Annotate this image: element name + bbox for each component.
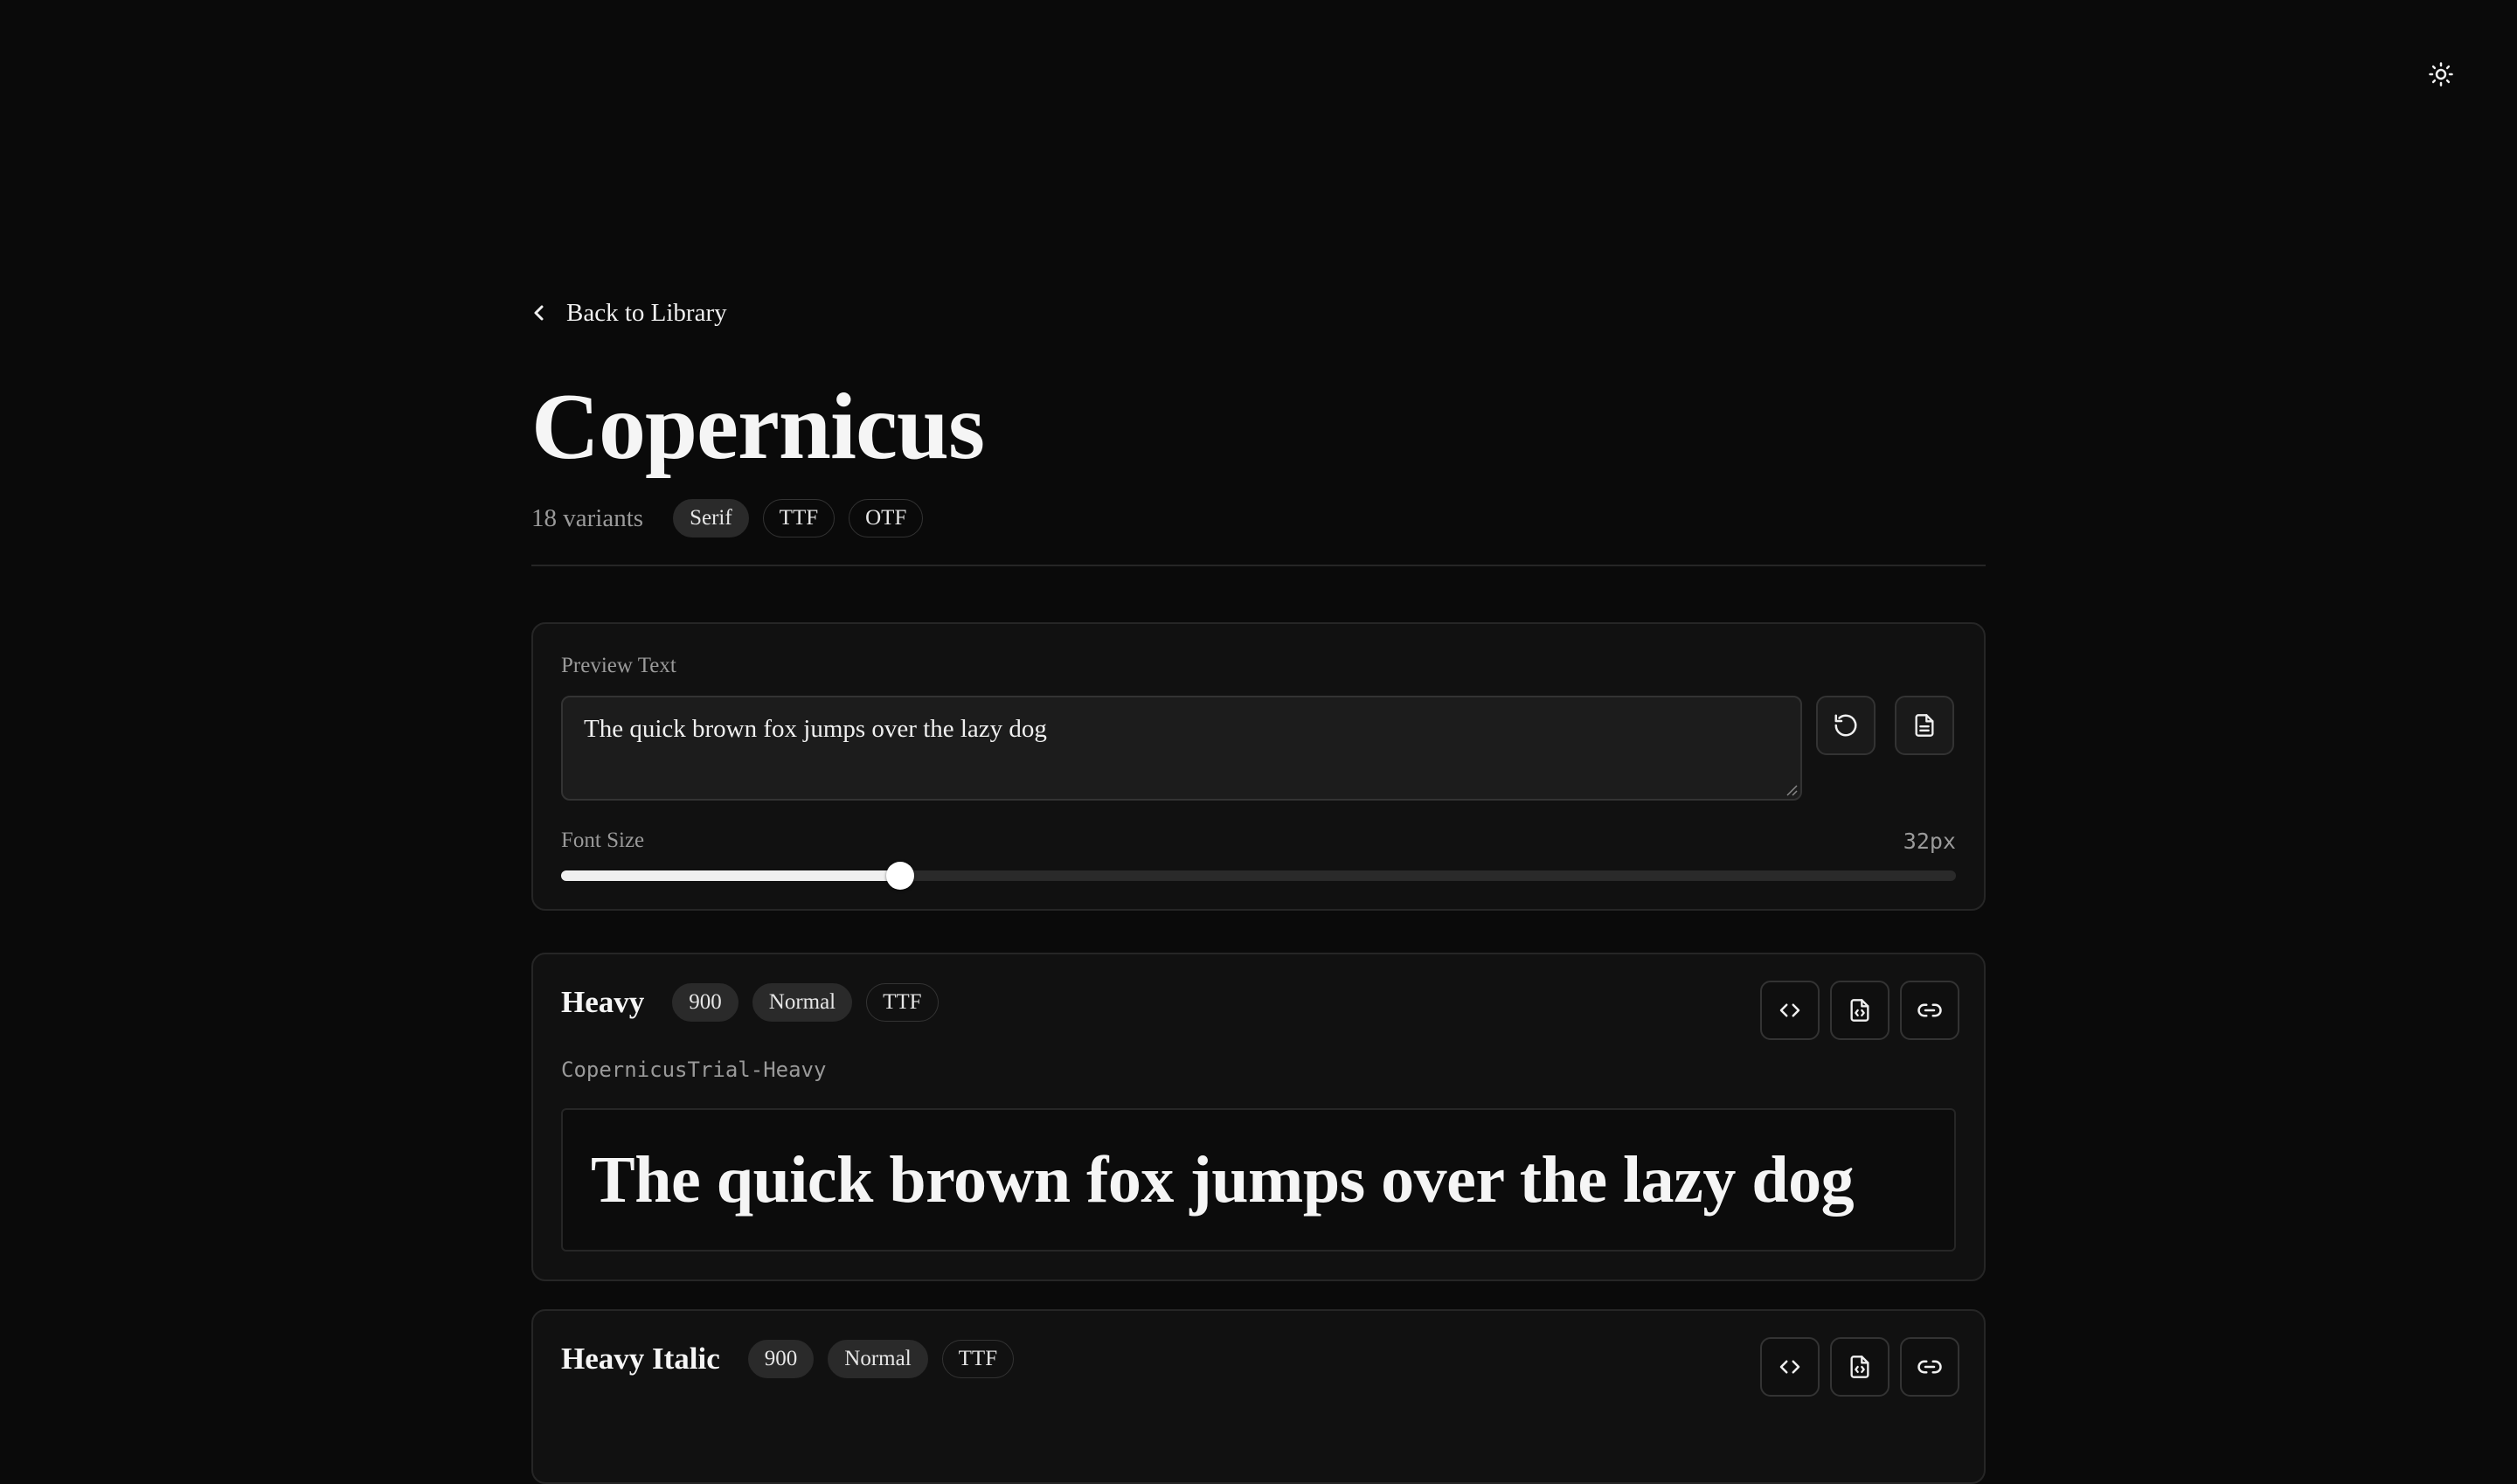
font-sample-preview: The quick brown fox jumps over the lazy … (561, 1108, 1956, 1252)
variant-card: Heavy Italic 900 Normal TTF (531, 1309, 1986, 1484)
preview-text-value: The quick brown fox jumps over the lazy … (584, 715, 1047, 743)
variant-name: Heavy Italic (561, 1342, 720, 1376)
file-code-icon (1850, 999, 1869, 1022)
variant-header: Heavy 900 Normal TTF (561, 982, 939, 1023)
font-size-value: 32px (1903, 829, 1956, 854)
copy-link-button[interactable] (1900, 1337, 1959, 1397)
back-to-library-link[interactable]: Back to Library (531, 294, 727, 332)
weight-tag: 900 (672, 983, 738, 1022)
preview-text-input[interactable]: The quick brown fox jumps over the lazy … (561, 696, 1802, 801)
sun-icon (2429, 62, 2453, 87)
reset-preview-button[interactable] (1816, 696, 1876, 755)
back-link-label: Back to Library (566, 298, 727, 327)
font-meta-row: 18 variants Serif TTF OTF (531, 498, 924, 538)
variant-card: Heavy 900 Normal TTF CopernicusTrial-Hea… (531, 953, 1986, 1281)
document-icon (1915, 714, 1934, 737)
format-tag: TTF (941, 1340, 1015, 1378)
variant-count: 18 variants (531, 503, 644, 532)
style-tag: Normal (752, 983, 853, 1022)
font-size-slider[interactable] (561, 870, 1956, 881)
copy-css-button[interactable] (1760, 981, 1820, 1040)
link-icon (1917, 1003, 1942, 1017)
preview-controls-card: Preview Text The quick brown fox jumps o… (531, 622, 1986, 911)
font-size-label: Font Size (561, 829, 645, 852)
slider-fill (561, 870, 900, 881)
theme-toggle-button[interactable] (2421, 54, 2461, 94)
format-tag: TTF (762, 499, 836, 537)
variant-name: Heavy (561, 985, 645, 1019)
category-tag: Serif (673, 499, 749, 537)
sample-text-button[interactable] (1895, 696, 1954, 755)
weight-tag: 900 (747, 1340, 815, 1378)
chevron-left-icon (534, 305, 544, 321)
link-icon (1917, 1360, 1942, 1374)
divider (531, 565, 1986, 566)
preview-text-label: Preview Text (561, 654, 676, 677)
format-tag: TTF (866, 983, 939, 1022)
format-tag: OTF (849, 499, 924, 537)
code-icon (1779, 1360, 1800, 1374)
download-file-button[interactable] (1830, 1337, 1889, 1397)
copy-css-button[interactable] (1760, 1337, 1820, 1397)
resize-handle-icon[interactable] (1784, 782, 1798, 796)
code-icon (1779, 1003, 1800, 1017)
reset-icon (1834, 714, 1857, 737)
download-file-button[interactable] (1830, 981, 1889, 1040)
page-title: Copernicus (531, 375, 985, 479)
copy-link-button[interactable] (1900, 981, 1959, 1040)
style-tag: Normal (828, 1340, 928, 1378)
file-code-icon (1850, 1356, 1869, 1378)
variant-header: Heavy Italic 900 Normal TTF (561, 1339, 1015, 1379)
slider-thumb[interactable] (885, 862, 914, 890)
postscript-name: CopernicusTrial-Heavy (561, 1058, 827, 1082)
